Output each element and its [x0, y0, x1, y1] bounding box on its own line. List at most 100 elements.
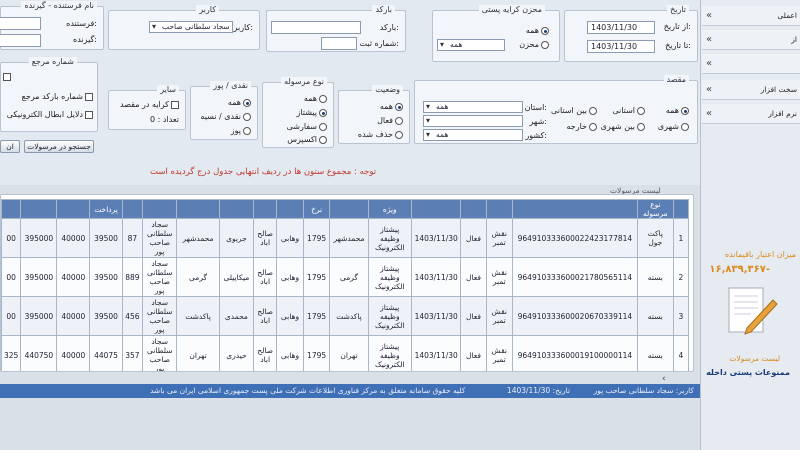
status-user: کاربر: سجاد سلطانی صاحب پور [593, 386, 694, 395]
dest-all-radio[interactable] [681, 107, 689, 115]
table-cell: محمدشهر [329, 218, 369, 258]
table-header-row: پرداخت نرخ ویژه نوع مرسوله [1, 199, 690, 219]
sender-input[interactable] [0, 17, 41, 30]
table-cell: فعال [460, 218, 487, 258]
prohibited-items[interactable]: ممنوعات پستی داخله [706, 368, 790, 377]
table-row[interactable]: 325 440750 40000 44075 357 سجاد سلطانی صاحب پ… [1, 335, 690, 371]
destination-legend: مقصد [663, 75, 689, 84]
payment-all-radio[interactable] [541, 27, 549, 35]
sidebar-item-3[interactable]: « [702, 54, 800, 74]
dest-city-radio[interactable] [681, 123, 689, 131]
dest-interprovincial-label: بین استانی [551, 106, 587, 115]
city-select[interactable] [423, 115, 523, 127]
province-select[interactable]: همه [423, 101, 523, 113]
cashpos-legend: نقدی / پوز [210, 81, 251, 90]
table-cell: 2 [672, 257, 690, 297]
cashpos-panel: نقدی / پوز همه نقدی / نسیه پوز [190, 81, 258, 140]
table-cell: 395000 [20, 296, 58, 336]
col-header: نوع مرسوله [636, 199, 674, 219]
dest-intercity-label: بین شهری [600, 122, 635, 131]
dest-city-label: شهری [657, 122, 679, 131]
receiver-input[interactable] [0, 34, 41, 47]
from-date-input[interactable]: 1403/11/30 [587, 21, 655, 34]
barcode-input[interactable] [271, 21, 361, 34]
col-header [218, 199, 255, 219]
table-cell: محمدی [218, 296, 255, 336]
cashpos-cash-radio[interactable] [243, 113, 251, 121]
scroll-left-icon[interactable]: ‹ [662, 374, 666, 384]
reference-opt1-checkbox[interactable] [85, 93, 93, 101]
table-cell: سجاد سلطانی صاحب پور [141, 218, 178, 258]
table-cell: فعال [460, 257, 487, 297]
type-all-radio[interactable] [319, 95, 327, 103]
to-date-input[interactable]: 1403/11/30 [587, 40, 655, 53]
chevron-left-icon: « [706, 34, 713, 45]
cashpos-all-radio[interactable] [243, 99, 251, 107]
table-cell: حیدری [218, 335, 255, 371]
table-cell: 964910333600020670339114 [511, 296, 638, 336]
sidebar-item-software[interactable]: «نرم افزار [702, 104, 800, 124]
table-cell: نقش تمبر [485, 257, 513, 297]
link-list-items[interactable]: لیست مرسولات [729, 354, 780, 363]
table-cell: بسته [636, 257, 674, 297]
dest-provincial-radio[interactable] [637, 107, 645, 115]
status-active-radio[interactable] [395, 117, 403, 125]
status-active-label: فعال [377, 116, 393, 125]
user-select[interactable]: سجاد سلطانی صاحب [149, 21, 233, 33]
type-sefareshi-radio[interactable] [319, 123, 327, 131]
sidebar-item-1[interactable]: «اعملی [702, 6, 800, 26]
other-legend: سایر [157, 85, 179, 94]
table-cell: تهران [176, 335, 220, 371]
clear-button[interactable]: ان [0, 140, 20, 153]
date-legend: تاریخ [667, 5, 689, 14]
payment-all-label: همه [525, 26, 539, 35]
table-cell: 87 [121, 218, 143, 258]
table-row[interactable]: 00 395000 40000 39500 889 سجاد سلطانی صاحب پو… [1, 257, 690, 297]
table-cell: 325 [1, 335, 22, 371]
chevron-left-icon: « [706, 10, 713, 21]
col-header [176, 199, 220, 219]
notice-text: توجه : مجموع ستون ها در ردیف انتهایی جدو… [150, 167, 377, 177]
table-cell: نقش تمبر [485, 296, 513, 336]
dest-abroad-radio[interactable] [589, 123, 597, 131]
table-cell: سجاد سلطانی صاحب پور [141, 257, 178, 297]
table-cell: پیشتاز وظیفه الکترونیک [367, 335, 412, 371]
status-copyright: کلیه حقوق سامانه متعلق به مرکز فناوری اط… [150, 386, 466, 395]
chevron-left-icon: « [706, 84, 713, 95]
type-pishtaz-radio[interactable] [319, 109, 327, 117]
table-row[interactable]: 00 395000 40000 39500 456 سجاد سلطانی صاحب پو… [1, 296, 690, 336]
sidebar-item-hardware[interactable]: «سخت افزار [702, 80, 800, 100]
table-cell: 889 [121, 257, 143, 297]
cashpos-pos-radio[interactable] [243, 127, 251, 135]
table-cell: جریوی [218, 218, 255, 258]
country-select[interactable]: همه [423, 129, 523, 141]
table-cell: 4 [672, 335, 690, 371]
col-header [141, 199, 178, 219]
dest-interprovincial-radio[interactable] [589, 107, 597, 115]
sidebar-item-2[interactable]: «از [702, 30, 800, 50]
table-cell: 00 [1, 218, 22, 258]
chevron-left-icon: « [706, 58, 713, 69]
dest-intercity-radio[interactable] [637, 123, 645, 131]
reference-panel: شماره مرجع شماره بارکد مرجع دلایل ابطال … [0, 57, 98, 132]
serial-input[interactable] [321, 37, 357, 50]
payment-select[interactable]: همه [437, 39, 505, 51]
status-deleted-radio[interactable] [395, 131, 403, 139]
table-cell: پاکدشت [329, 296, 369, 336]
dest-fee-checkbox[interactable] [171, 101, 179, 109]
credit-value: ۱۶,۸۳۹,۳۶۷- [709, 264, 770, 275]
search-button[interactable]: جستجو در مرسولات [24, 140, 94, 153]
dest-fee-label: کرایه در مقصد [120, 100, 169, 109]
col-header: ویژه [367, 199, 412, 219]
type-express-radio[interactable] [319, 136, 327, 144]
status-all-radio[interactable] [395, 103, 403, 111]
table-row[interactable]: 00 395000 40000 39500 87 سجاد سلطانی صاحب پور… [1, 218, 690, 258]
serial-label: شماره ثبت: [359, 39, 399, 48]
table-cell: صالح اباد [253, 257, 278, 297]
table-cell: 456 [121, 296, 143, 336]
payment-other-radio[interactable] [541, 41, 549, 49]
status-date: تاریخ: 1403/11/30 [506, 386, 570, 395]
reference-opt2-checkbox[interactable] [85, 111, 93, 119]
reference-box[interactable] [3, 73, 11, 81]
date-panel: تاریخ از تاریخ: 1403/11/30 تا تاریخ: 140… [564, 5, 698, 62]
